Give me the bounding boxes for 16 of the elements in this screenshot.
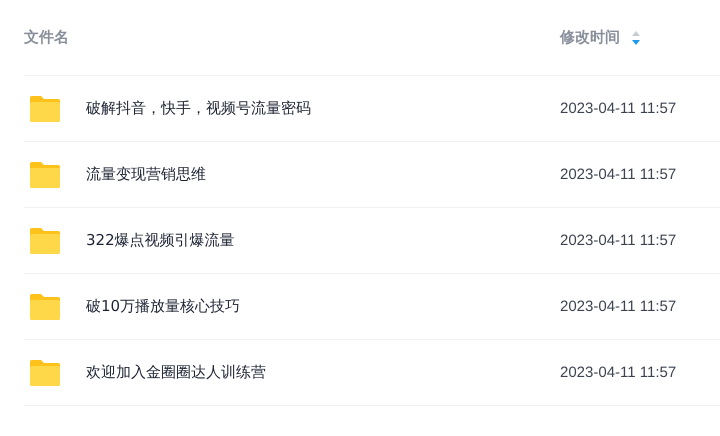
modified-time: 2023-04-11 11:57 bbox=[560, 232, 676, 249]
folder-icon bbox=[28, 160, 62, 188]
folder-icon bbox=[28, 292, 62, 320]
file-name[interactable]: 欢迎加入金圈圈达人训练营 bbox=[86, 363, 266, 382]
modified-time: 2023-04-11 11:57 bbox=[560, 166, 676, 183]
folder-icon bbox=[28, 358, 62, 386]
sort-icon[interactable] bbox=[632, 30, 640, 44]
file-name[interactable]: 流量变现营销思维 bbox=[86, 165, 206, 184]
file-name[interactable]: 破10万播放量核心技巧 bbox=[86, 297, 240, 316]
file-name[interactable]: 322爆点视频引爆流量 bbox=[86, 231, 235, 250]
file-name[interactable]: 破解抖音，快手，视频号流量密码 bbox=[86, 99, 311, 118]
folder-icon bbox=[28, 226, 62, 254]
modified-time: 2023-04-11 11:57 bbox=[560, 364, 676, 381]
folder-icon bbox=[28, 94, 62, 122]
modified-time: 2023-04-11 11:57 bbox=[560, 298, 676, 315]
modified-time: 2023-04-11 11:57 bbox=[560, 100, 676, 117]
